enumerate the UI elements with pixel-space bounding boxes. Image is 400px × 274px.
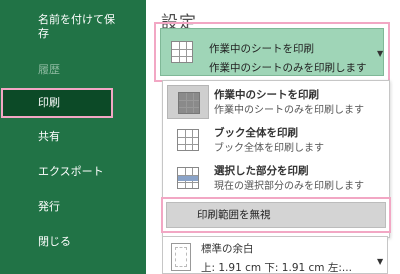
page-margins-icon bbox=[171, 243, 191, 271]
chevron-down-icon: ▼ bbox=[377, 257, 384, 266]
sidebar-item-save-as-line2: 存 bbox=[38, 27, 49, 40]
sidebar-item-label: エクスポート bbox=[38, 165, 104, 178]
margins-subtitle: 上: 1.91 cm 下: 1.91 cm 左:... bbox=[201, 262, 352, 274]
print-what-subtitle: 作業中のシートのみを印刷します bbox=[209, 62, 367, 74]
sidebar-item-label: 発行 bbox=[38, 200, 60, 213]
margins-title: 標準の余白 bbox=[201, 243, 254, 255]
ignore-print-area-highlight: 印刷範囲を無視 bbox=[161, 197, 391, 233]
menu-item-icon-box bbox=[167, 85, 209, 119]
sidebar-item-label: 履歴 bbox=[38, 63, 60, 76]
sidebar-item-export[interactable]: エクスポート bbox=[0, 165, 146, 179]
menu-item-print-active-sheet[interactable]: 作業中のシートを印刷 作業中のシートのみを印刷します bbox=[163, 81, 389, 123]
menu-item-print-workbook[interactable]: ブック全体を印刷 ブック全体を印刷します bbox=[163, 119, 389, 161]
sheet-grid-icon bbox=[177, 129, 199, 151]
menu-item-icon-box bbox=[167, 123, 209, 157]
menu-item-icon-box bbox=[167, 161, 209, 195]
ignore-print-area-button[interactable]: 印刷範囲を無視 bbox=[166, 202, 386, 228]
print-what-highlight: 作業中のシートを印刷 作業中のシートのみを印刷します ▼ bbox=[154, 22, 390, 82]
sidebar-item-close[interactable]: 閉じる bbox=[0, 235, 146, 249]
print-what-dropdown[interactable]: 作業中のシートを印刷 作業中のシートのみを印刷します ▼ bbox=[160, 28, 384, 76]
sidebar-item-save-as[interactable]: 名前を付けて保 存 bbox=[0, 13, 146, 47]
sidebar-item-save-as-line1: 名前を付けて保 bbox=[38, 13, 115, 26]
selection-grid-icon bbox=[177, 167, 199, 189]
sidebar-item-publish[interactable]: 発行 bbox=[0, 200, 146, 214]
sheet-grid-icon bbox=[171, 41, 193, 63]
menu-item-subtitle: ブック全体を印刷します bbox=[214, 143, 324, 154]
chevron-down-icon: ▼ bbox=[377, 49, 384, 58]
sidebar-item-history: 履歴 bbox=[0, 63, 146, 77]
selection-band bbox=[178, 176, 198, 181]
sidebar-item-print[interactable]: 印刷 bbox=[1, 88, 113, 118]
menu-item-subtitle: 作業中のシートのみを印刷します bbox=[214, 105, 364, 116]
menu-item-title: 作業中のシートを印刷 bbox=[214, 89, 319, 101]
menu-item-subtitle: 現在の選択部分のみを印刷します bbox=[214, 181, 364, 192]
sidebar-item-label: 共有 bbox=[38, 130, 60, 143]
menu-item-title: 選択した部分を印刷 bbox=[214, 165, 309, 177]
menu-item-print-selection[interactable]: 選択した部分を印刷 現在の選択部分のみを印刷します bbox=[163, 157, 389, 199]
backstage-sidebar: 名前を付けて保 存 履歴 印刷 共有 エクスポート 発行 閉じる bbox=[0, 0, 146, 274]
sidebar-item-label: 印刷 bbox=[38, 96, 60, 109]
print-what-title: 作業中のシートを印刷 bbox=[209, 43, 314, 55]
sidebar-item-label: 閉じる bbox=[38, 235, 71, 248]
sidebar-item-share[interactable]: 共有 bbox=[0, 130, 146, 144]
margins-dropdown[interactable]: 標準の余白 上: 1.91 cm 下: 1.91 cm 左:... ▼ bbox=[162, 236, 388, 274]
menu-item-title: ブック全体を印刷 bbox=[214, 127, 298, 139]
sheet-grid-icon bbox=[178, 92, 200, 114]
